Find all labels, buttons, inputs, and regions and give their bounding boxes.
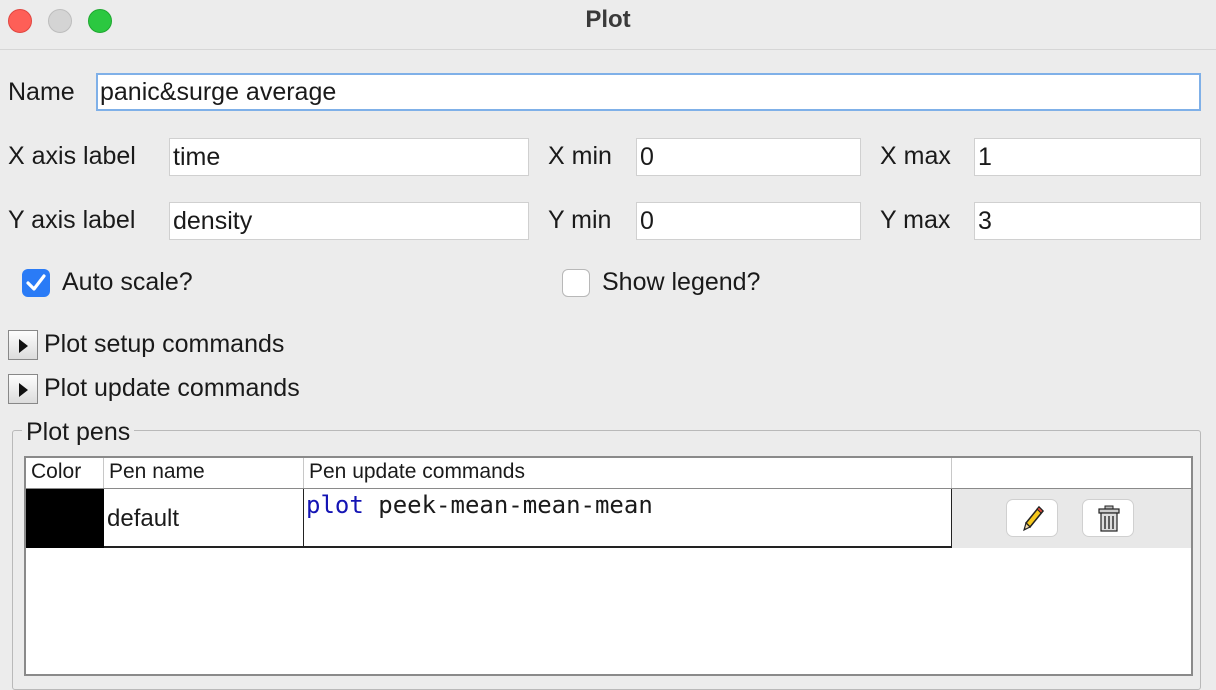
checkmark-icon: [26, 274, 46, 291]
title-bar: Plot: [0, 0, 1216, 50]
plot-pens-title: Plot pens: [22, 418, 135, 447]
plot-update-disclosure-button[interactable]: [8, 374, 38, 404]
plot-update-label[interactable]: Plot update commands: [44, 374, 300, 403]
pen-color-swatch[interactable]: [26, 489, 104, 548]
y-axis-label-caption: Y axis label: [8, 206, 136, 234]
plot-setup-disclosure-button[interactable]: [8, 330, 38, 360]
pen-name-cell[interactable]: default: [104, 489, 304, 548]
x-max-input[interactable]: 1: [974, 138, 1201, 176]
edit-pen-button[interactable]: [1006, 499, 1058, 537]
table-row[interactable]: default plot peek-mean-mean-mean: [26, 489, 1191, 548]
auto-scale-label: Auto scale?: [62, 268, 193, 296]
column-header-actions: [952, 458, 1191, 488]
x-min-input[interactable]: 0: [636, 138, 861, 176]
expand-triangle-icon: [19, 339, 28, 353]
x-max-label: X max: [880, 142, 951, 170]
name-label: Name: [8, 78, 75, 106]
trash-icon: [1098, 505, 1120, 532]
column-header-pen-name[interactable]: Pen name: [104, 458, 304, 488]
y-max-label: Y max: [880, 206, 951, 234]
y-axis-label-input[interactable]: density: [169, 202, 529, 240]
show-legend-checkbox[interactable]: [562, 269, 590, 297]
expand-triangle-icon: [19, 383, 28, 397]
x-axis-label-input[interactable]: time: [169, 138, 529, 176]
pen-command-cell[interactable]: plot peek-mean-mean-mean: [304, 489, 952, 548]
command-text: peek-mean-mean-mean: [363, 491, 653, 519]
command-keyword: plot: [306, 491, 364, 519]
plot-setup-label[interactable]: Plot setup commands: [44, 330, 284, 359]
y-min-input[interactable]: 0: [636, 202, 861, 240]
window-title: Plot: [585, 6, 631, 33]
pencil-icon: [1023, 505, 1045, 532]
show-legend-label: Show legend?: [602, 268, 761, 296]
column-header-commands[interactable]: Pen update commands: [304, 458, 952, 488]
delete-pen-button[interactable]: [1082, 499, 1134, 537]
x-axis-label-caption: X axis label: [8, 142, 136, 170]
pens-table: Color Pen name Pen update commands defau…: [24, 456, 1193, 676]
x-min-label: X min: [548, 142, 612, 170]
auto-scale-checkbox[interactable]: [22, 269, 50, 297]
name-input[interactable]: panic&surge average: [96, 73, 1201, 111]
column-header-color[interactable]: Color: [26, 458, 104, 488]
y-max-input[interactable]: 3: [974, 202, 1201, 240]
pen-actions-cell: [952, 489, 1191, 548]
y-min-label: Y min: [548, 206, 612, 234]
